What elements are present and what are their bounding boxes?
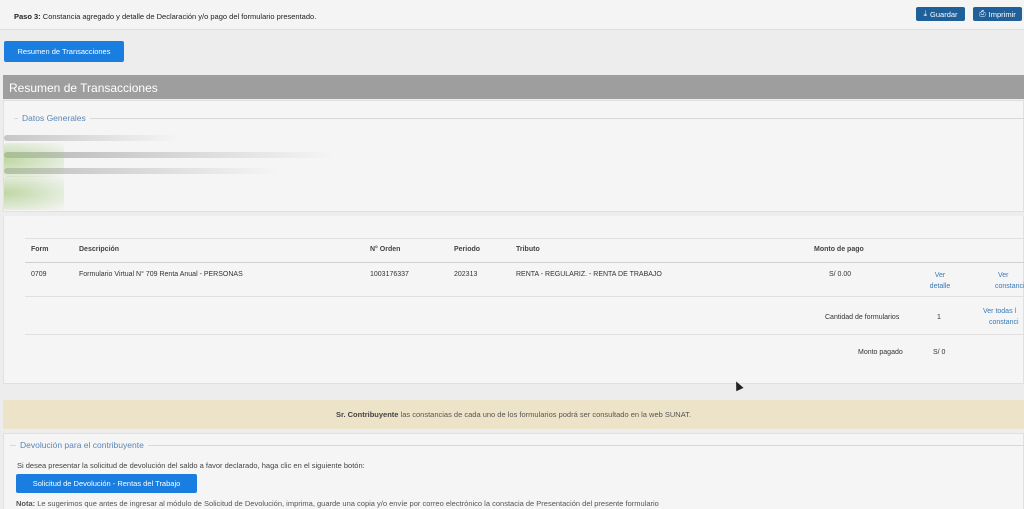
- monto-pagado-value: S/ 0: [933, 349, 946, 356]
- section-title: Resumen de Transacciones: [9, 81, 158, 95]
- devolucion-text: Si desea presentar la solicitud de devol…: [17, 461, 365, 470]
- step-text: Constancia agregado y detalle de Declara…: [40, 12, 317, 21]
- transactions-table: Form Descripción N° Orden Periodo Tribut…: [25, 238, 1024, 368]
- save-button-label: Guardar: [930, 9, 958, 19]
- header-descripcion: Descripción: [79, 246, 120, 253]
- row-divider: [25, 296, 1024, 297]
- blurred-field: [4, 135, 179, 141]
- ver-constancia-line2: constanci: [995, 283, 1024, 290]
- header-form: Form: [31, 246, 49, 253]
- resumen-transacciones-button[interactable]: Resumen de Transacciones: [4, 41, 124, 62]
- step-label: Paso 3:: [14, 12, 41, 21]
- solicitud-button-label: Solicitud de Devolución - Rentas del Tra…: [32, 479, 181, 488]
- print-button[interactable]: ⎙ Imprimir: [973, 7, 1022, 21]
- notice-body: las constancias de cada uno de los formu…: [398, 410, 692, 419]
- row-form: 0709: [31, 271, 47, 278]
- save-button[interactable]: ⤓ Guardar: [916, 7, 965, 21]
- row-periodo: 202313: [454, 271, 478, 278]
- ver-detalle-line1: Ver: [934, 272, 946, 279]
- top-bar: Paso 3: Constancia agregado y detalle de…: [0, 0, 1024, 30]
- ver-todas-line2: constanci: [989, 319, 1019, 326]
- ver-todas-constancias-link[interactable]: Ver todas l constanci: [983, 306, 1024, 328]
- notice-text: Sr. Contribuyente las constancias de cad…: [3, 410, 1024, 419]
- resumen-button-label: Resumen de Transacciones: [17, 47, 111, 56]
- row-descripcion: Formulario Virtual N° 709 Renta Anual - …: [79, 271, 243, 278]
- table-top-border: [25, 238, 1024, 239]
- legend-line: [14, 118, 1024, 119]
- header-periodo: Periodo: [454, 246, 481, 253]
- printer-icon: ⎙: [979, 9, 986, 18]
- nota-text: Nota: Le sugerimos que antes de ingresar…: [16, 499, 659, 508]
- row-orden: 1003176337: [370, 271, 409, 278]
- ver-detalle-line2: detalle: [929, 283, 951, 290]
- blurred-image: [4, 143, 64, 177]
- download-icon: ⤓: [923, 9, 928, 18]
- ver-todas-line1: Ver todas l: [983, 308, 1017, 315]
- solicitud-devolucion-button[interactable]: Solicitud de Devolución - Rentas del Tra…: [16, 474, 197, 493]
- ver-constancia-line1: Ver: [998, 272, 1009, 279]
- monto-pagado-label: Monto pagado: [858, 349, 903, 356]
- row-tributo: RENTA - REGULARIZ. - RENTA DE TRABAJO: [516, 271, 662, 278]
- devolucion-panel: Devolución para el contribuyente Si dese…: [3, 433, 1024, 509]
- step-description: Paso 3: Constancia agregado y detalle de…: [14, 12, 316, 21]
- nota-body: Le sugerimos que antes de ingresar al mó…: [35, 499, 659, 508]
- header-tributo: Tributo: [516, 246, 540, 253]
- cantidad-divider: [25, 334, 1024, 335]
- cantidad-value: 1: [937, 314, 941, 321]
- header-orden: N° Orden: [370, 246, 401, 253]
- nota-label: Nota:: [16, 499, 36, 508]
- datos-generales-panel: Datos Generales: [3, 100, 1024, 212]
- devolucion-legend: Devolución para el contribuyente: [16, 440, 148, 450]
- ver-constancia-link[interactable]: Ver constanci: [990, 270, 1024, 292]
- ver-detalle-link[interactable]: Ver detalle: [925, 270, 955, 292]
- cantidad-label: Cantidad de formularios: [825, 314, 900, 321]
- header-divider: [25, 262, 1024, 263]
- legend-line: [10, 445, 1024, 446]
- notice-bold: Sr. Contribuyente: [335, 410, 399, 419]
- header-monto: Monto de pago: [814, 246, 864, 253]
- datos-generales-legend: Datos Generales: [18, 113, 90, 123]
- row-monto: S/ 0.00: [829, 271, 852, 278]
- print-button-label: Imprimir: [988, 9, 1016, 19]
- notice-bar: Sr. Contribuyente las constancias de cad…: [3, 400, 1024, 429]
- section-header: Resumen de Transacciones: [3, 75, 1024, 99]
- blurred-image: [4, 176, 64, 210]
